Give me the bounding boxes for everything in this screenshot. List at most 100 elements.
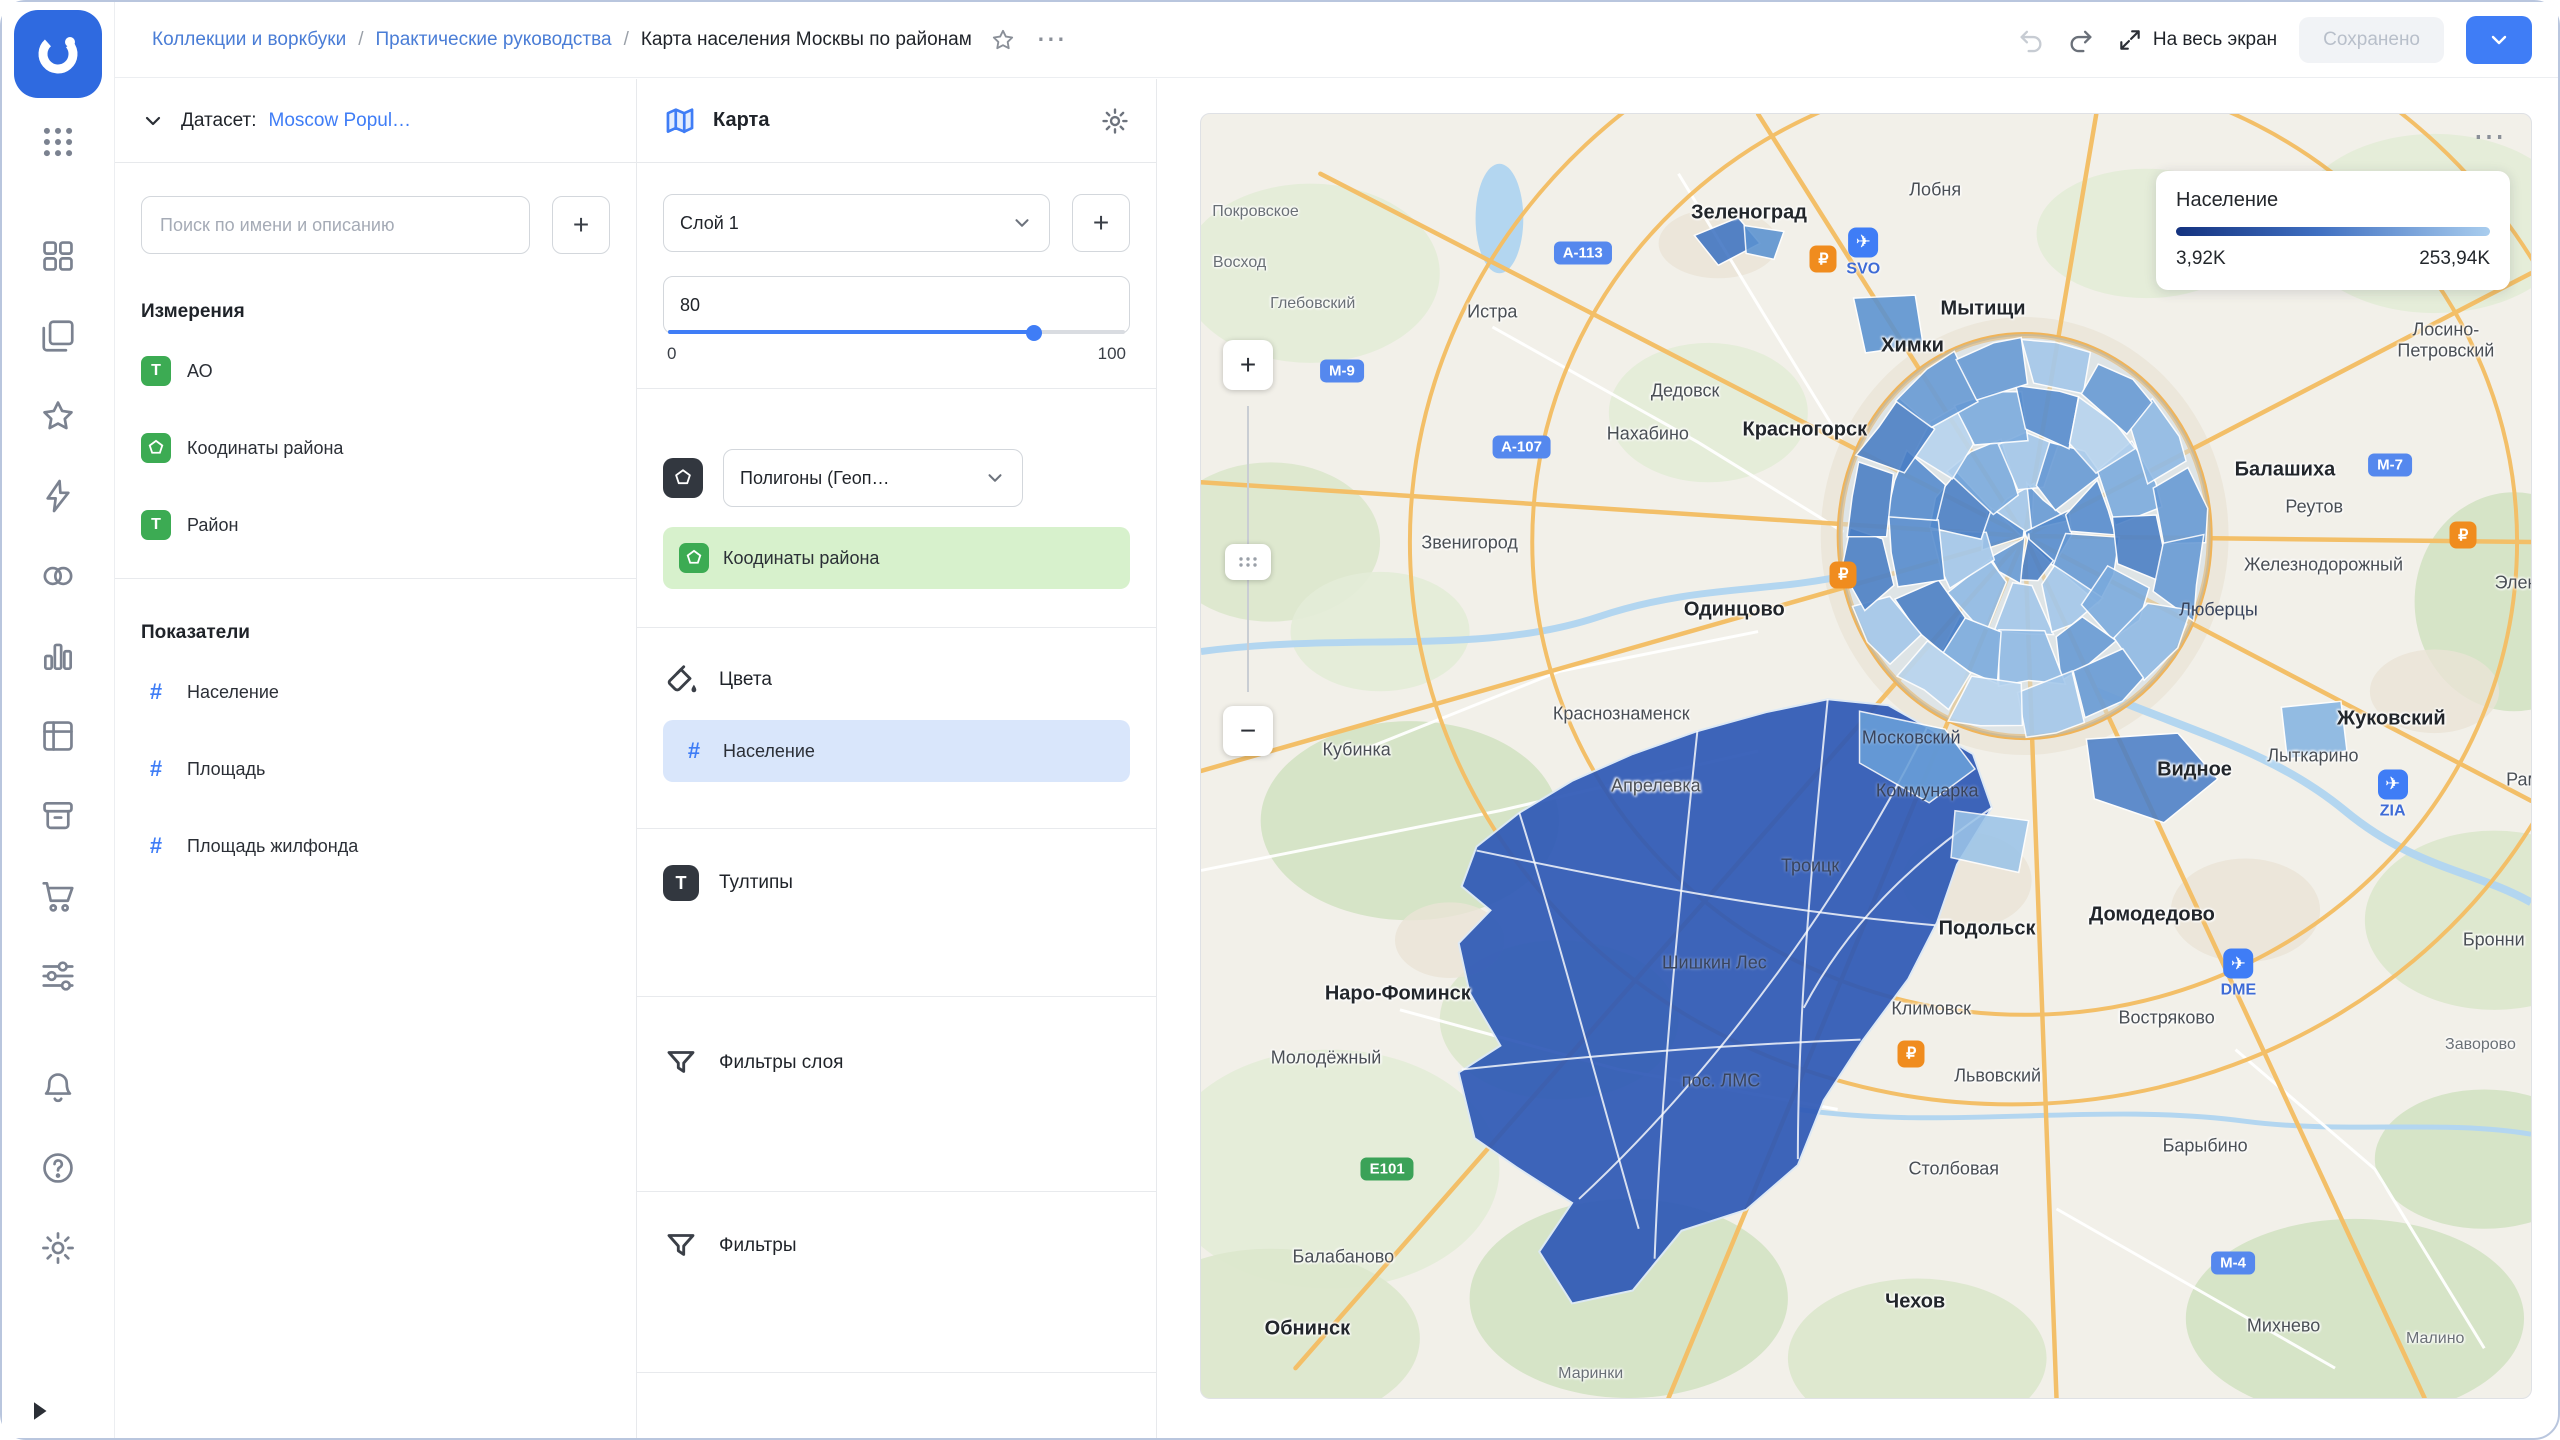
chip-label: Население	[723, 741, 815, 762]
measures-list: #Население #Площадь #Площадь жилфонда	[115, 668, 636, 870]
tooltips-section[interactable]: T Тултипы	[637, 829, 1156, 996]
layer-filters-title: Фильтры слоя	[719, 1052, 843, 1074]
text-field-icon: T	[141, 510, 171, 540]
dimension-field-row[interactable]: TРайон	[115, 501, 636, 549]
datalens-logo[interactable]	[14, 10, 102, 98]
lens-icon	[32, 28, 84, 80]
map-more-menu-icon[interactable]: ⋯	[2473, 124, 2505, 148]
breadcrumb-guides[interactable]: Практические руководства	[375, 29, 611, 51]
dimension-field-row[interactable]: Коодинаты района	[115, 424, 636, 472]
rail-widgets-icon[interactable]	[38, 236, 78, 276]
undo-icon[interactable]	[2017, 26, 2045, 54]
datalens-app: { "topbar": { "breadcrumb": ["Коллекции …	[0, 0, 2560, 1440]
measure-hash-icon: #	[141, 677, 171, 707]
zoom-in-button[interactable]: +	[1223, 340, 1273, 390]
colors-title: Цвета	[719, 669, 772, 691]
fullscreen-button[interactable]: На весь экран	[2117, 27, 2277, 53]
slider-knob[interactable]	[1026, 325, 1042, 341]
breadcrumb-separator: /	[358, 29, 363, 51]
breadcrumb-collections[interactable]: Коллекции и воркбуки	[152, 29, 346, 51]
map-chart-icon	[663, 104, 697, 138]
rail-star-icon[interactable]	[38, 396, 78, 436]
field-search-input[interactable]	[141, 196, 530, 254]
legend-min-value: 3,92K	[2176, 248, 2226, 270]
breadcrumb: Коллекции и воркбуки / Практические руко…	[152, 29, 972, 51]
dataset-name-link[interactable]: Moscow Popul…	[269, 110, 412, 132]
rail-cart-icon[interactable]	[38, 876, 78, 916]
measure-hash-icon: #	[141, 754, 171, 784]
field-label: АО	[187, 361, 213, 382]
measures-title: Показатели	[141, 622, 610, 644]
rail-bell-icon[interactable]	[38, 1068, 78, 1108]
rail-table-icon[interactable]	[38, 716, 78, 756]
measure-field-row[interactable]: #Площадь жилфонда	[115, 822, 636, 870]
layer-select[interactable]: Слой 1	[663, 194, 1050, 252]
opacity-min: 0	[667, 344, 676, 364]
breadcrumb-separator: /	[624, 29, 629, 51]
rail-links-icon[interactable]	[38, 556, 78, 596]
geotype-value: Полигоны (Геоп…	[740, 468, 889, 489]
dimensions-title: Измерения	[141, 301, 610, 323]
opacity-value: 80	[680, 295, 700, 316]
rail-nav	[38, 236, 78, 1036]
map-canvas[interactable]	[1201, 114, 2531, 1398]
legend-title: Население	[2176, 189, 2490, 212]
legend-gradient-bar	[2176, 227, 2490, 236]
rail-expand-icon[interactable]	[24, 1396, 54, 1426]
colors-field-chip[interactable]: # Население	[663, 720, 1130, 782]
rail-box-icon[interactable]	[38, 796, 78, 836]
dataset-search-row: +	[141, 196, 610, 254]
topbar-actions: На весь экран Сохранено	[2017, 16, 2532, 64]
zoom-out-button[interactable]: −	[1223, 706, 1273, 756]
divider	[637, 1372, 1156, 1373]
rail-footer	[38, 1068, 78, 1308]
measure-field-row[interactable]: #Население	[115, 668, 636, 716]
rail-help-icon[interactable]	[38, 1148, 78, 1188]
layer-opacity-slider[interactable]: 80	[663, 276, 1130, 334]
slider-fill	[668, 330, 1034, 334]
dataset-header: Датасет: Moscow Popul…	[115, 79, 636, 163]
geotype-select[interactable]: Полигоны (Геоп…	[723, 449, 1023, 507]
rail-chart-icon[interactable]	[38, 636, 78, 676]
save-dropdown-button[interactable]	[2466, 16, 2532, 64]
favorite-star-icon[interactable]	[990, 27, 1016, 53]
add-layer-button[interactable]: +	[1072, 194, 1130, 252]
geopolygons-field-chip[interactable]: Коодинаты района	[663, 527, 1130, 589]
chip-label: Коодинаты района	[723, 548, 879, 569]
filters-section[interactable]: Фильтры	[637, 1192, 1156, 1372]
measure-field-row[interactable]: #Площадь	[115, 745, 636, 793]
breadcrumb-current: Карта населения Москвы по районам	[641, 29, 972, 51]
map-widget: ПокровскоеЛобняЗеленоградВосходГлебовски…	[1200, 113, 2532, 1399]
collapse-chevron-icon[interactable]	[141, 109, 165, 133]
add-field-button[interactable]: +	[552, 196, 610, 254]
dimension-field-row[interactable]: T АО	[115, 347, 636, 395]
dataset-panel: Датасет: Moscow Popul… + Измерения T АО Ко…	[115, 79, 637, 1438]
rail-collections-icon[interactable]	[38, 316, 78, 356]
layer-filters-section[interactable]: Фильтры слоя	[637, 997, 1156, 1191]
redo-icon[interactable]	[2067, 26, 2095, 54]
layer-select-value: Слой 1	[680, 213, 739, 234]
chevron-down-icon	[984, 467, 1006, 489]
measure-hash-icon: #	[141, 831, 171, 861]
chart-settings-panel: Карта Слой 1 + 80 0 100	[637, 79, 1157, 1438]
opacity-max: 100	[1098, 344, 1126, 364]
gear-icon[interactable]	[1100, 106, 1130, 136]
saved-button[interactable]: Сохранено	[2299, 17, 2444, 63]
fullscreen-icon	[2117, 27, 2143, 53]
chart-type-header: Карта	[637, 79, 1156, 163]
layer-row: Слой 1 +	[663, 194, 1130, 252]
rail-bolt-icon[interactable]	[38, 476, 78, 516]
colors-section: Цвета # Население	[637, 628, 1156, 828]
slider-track[interactable]	[668, 330, 1125, 334]
tooltips-title: Тултипы	[719, 872, 793, 894]
rail-apps-grid-icon[interactable]	[38, 122, 78, 162]
chevron-down-icon	[2487, 28, 2511, 52]
rail-sliders-icon[interactable]	[38, 956, 78, 996]
chevron-down-icon	[1011, 212, 1033, 234]
more-menu-icon[interactable]: ⋯	[1036, 30, 1066, 50]
text-field-icon: T	[141, 356, 171, 386]
zoom-slider-handle[interactable]	[1225, 544, 1271, 580]
paint-bucket-icon	[663, 662, 699, 698]
rail-gear-icon[interactable]	[38, 1228, 78, 1268]
field-label: Коодинаты района	[187, 438, 343, 459]
